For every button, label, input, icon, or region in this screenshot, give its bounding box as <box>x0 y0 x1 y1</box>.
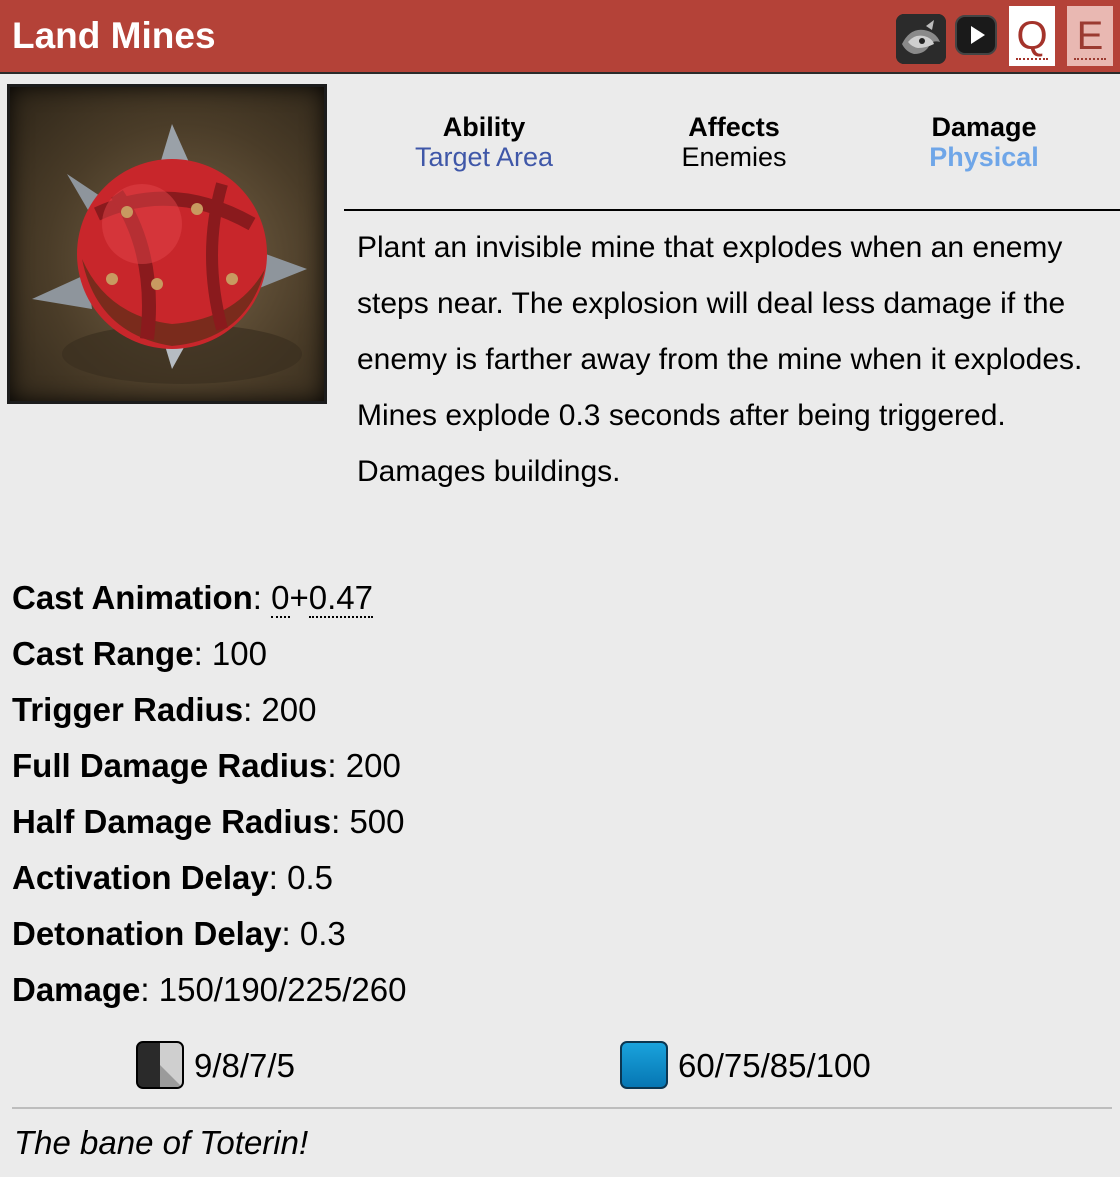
hotkey-e-button[interactable]: E <box>1067 6 1113 66</box>
play-triangle <box>971 26 985 44</box>
mana-cost: 60/75/85/100 <box>620 1040 871 1092</box>
affects-value: Enemies <box>681 142 787 172</box>
meta-ability: Ability Target Area <box>359 112 609 172</box>
stat-label: Cast Animation <box>12 579 253 616</box>
stat-trigger-radius: Trigger Radius: 200 <box>12 691 317 728</box>
stat-half-damage-radius: Half Damage Radius: 500 <box>12 803 405 840</box>
stat-label: Full Damage Radius <box>12 747 328 784</box>
mana-value: 60/75/85/100 <box>678 1047 871 1084</box>
stat-label: Cast Range <box>12 635 194 672</box>
damage-type-label: Damage <box>931 112 1037 142</box>
stat-value: 150/190/225/260 <box>158 971 407 1008</box>
cast-animation-plus: + <box>289 579 309 616</box>
stat-label: Damage <box>12 971 141 1008</box>
ability-type-label: Ability <box>442 112 526 142</box>
meta-divider <box>344 209 1120 211</box>
stat-activation-delay: Activation Delay: 0.5 <box>12 859 333 896</box>
ability-title: Land Mines <box>12 15 216 56</box>
cooldown-icon-graphic <box>138 1043 182 1088</box>
play-icon[interactable] <box>955 15 997 55</box>
stat-value: 0.5 <box>287 859 333 896</box>
meta-affects: Affects Enemies <box>609 112 859 172</box>
stat-value: 200 <box>261 691 317 728</box>
lore-divider <box>12 1107 1112 1109</box>
cast-backswing-value[interactable]: 0.47 <box>308 579 374 618</box>
cooldown-value: 9/8/7/5 <box>194 1047 295 1084</box>
hotkey-e-underline <box>1074 58 1106 60</box>
stat-label: Detonation Delay <box>12 915 282 952</box>
mana-icon <box>620 1041 668 1090</box>
ability-description: Plant an invisible mine that explodes wh… <box>357 231 1083 488</box>
ability-type-value[interactable]: Target Area <box>359 142 609 172</box>
stat-label: Activation Delay <box>12 859 269 896</box>
stat-label: Half Damage Radius <box>12 803 332 840</box>
meta-damage: Damage Physical <box>859 112 1109 172</box>
stat-value: 200 <box>345 747 401 784</box>
damage-type-value[interactable]: Physical <box>859 142 1109 172</box>
hotkey-q-label: Q <box>1016 14 1048 58</box>
hotkey-q-underline <box>1016 58 1048 60</box>
hotkey-e-label: E <box>1076 14 1104 58</box>
stat-detonation-delay: Detonation Delay: 0.3 <box>12 915 346 952</box>
hero-portrait-graphic <box>896 14 946 64</box>
ability-header: Land Mines Q E <box>0 0 1120 74</box>
land-mine-graphic <box>32 124 307 384</box>
affects-label: Affects <box>688 112 780 142</box>
cooldown-icon <box>136 1041 184 1090</box>
lore-text: The bane of Toterin! <box>14 1124 309 1161</box>
hotkey-q-button[interactable]: Q <box>1009 6 1055 66</box>
ability-stats: Cast Animation: 0+0.47 Cast Range: 100 T… <box>12 570 912 1018</box>
hero-portrait-icon[interactable] <box>896 14 946 64</box>
stat-damage: Damage: 150/190/225/260 <box>12 971 407 1008</box>
stat-value: 500 <box>349 803 405 840</box>
stat-cast-animation: Cast Animation: 0+0.47 <box>12 579 374 618</box>
stat-full-damage-radius: Full Damage Radius: 200 <box>12 747 401 784</box>
land-mines-ability-icon <box>7 84 327 404</box>
stat-cast-range: Cast Range: 100 <box>12 635 267 672</box>
cast-point-value[interactable]: 0 <box>271 579 290 618</box>
stat-value: 0.3 <box>299 915 346 952</box>
cooldown-cost: 9/8/7/5 <box>136 1040 295 1092</box>
stat-value: 100 <box>211 635 267 672</box>
stat-label: Trigger Radius <box>12 691 244 728</box>
